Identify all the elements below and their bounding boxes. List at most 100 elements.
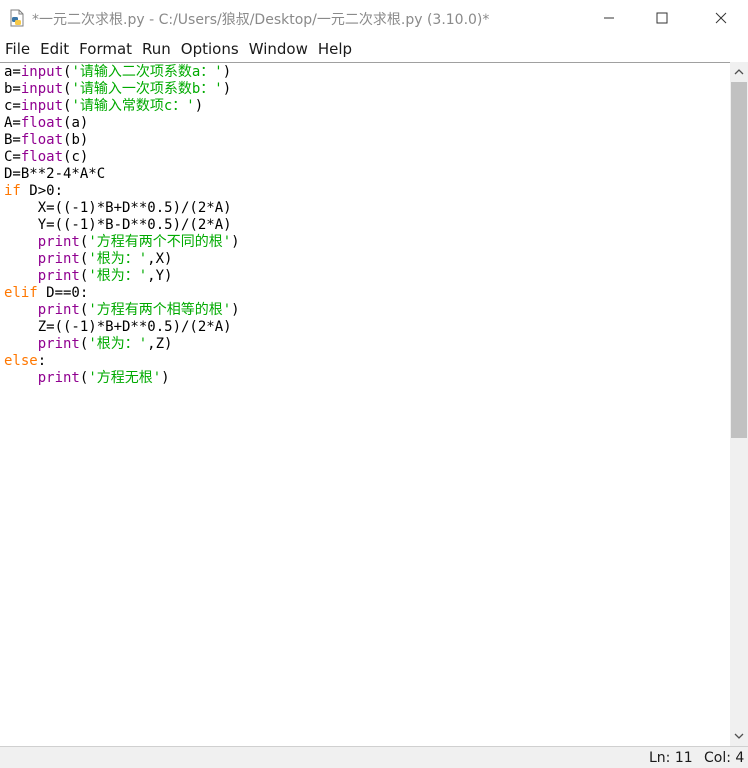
column-number-status: Col: 4 bbox=[704, 750, 745, 766]
code-token: (b) bbox=[63, 132, 89, 148]
code-token: float bbox=[20, 132, 64, 148]
code-token: ,Y) bbox=[147, 268, 173, 284]
code-token: print bbox=[37, 251, 80, 267]
code-token: float bbox=[20, 149, 64, 165]
code-token: Z=((-1)*B+D**0.5)/(2*A) bbox=[4, 319, 232, 335]
code-editor[interactable]: a=input('请输入二次项系数a：') b=input('请输入一次项系数b… bbox=[0, 63, 730, 746]
code-token: '根为：' bbox=[88, 336, 148, 352]
code-token: D=B**2-4*A*C bbox=[4, 166, 106, 182]
code-token: if bbox=[4, 183, 21, 199]
code-line: elif D==0: bbox=[4, 285, 88, 301]
menu-options[interactable]: Options bbox=[176, 40, 244, 58]
menu-format[interactable]: Format bbox=[74, 40, 137, 58]
code-token: A= bbox=[4, 115, 21, 131]
minimize-button[interactable] bbox=[586, 0, 632, 36]
code-token: c= bbox=[4, 98, 21, 114]
code-line: a=input('请输入二次项系数a：') bbox=[4, 64, 231, 80]
code-token: '请输入一次项系数b：' bbox=[71, 81, 223, 97]
code-token: print bbox=[37, 268, 80, 284]
code-token: a= bbox=[4, 64, 21, 80]
scroll-up-arrow-icon bbox=[734, 69, 744, 75]
code-token: '方程无根' bbox=[88, 370, 162, 386]
code-line: print('根为：',Y) bbox=[4, 268, 173, 284]
close-icon bbox=[715, 12, 727, 24]
code-token: input bbox=[20, 98, 64, 114]
code-line: C=float(c) bbox=[4, 149, 88, 165]
code-line: print('根为：',X) bbox=[4, 251, 173, 267]
code-token: ) bbox=[194, 98, 204, 114]
code-line: else: bbox=[4, 353, 46, 369]
code-line: b=input('请输入一次项系数b：') bbox=[4, 81, 231, 97]
status-bar: Ln: 11 Col: 4 bbox=[0, 746, 748, 768]
code-token: else bbox=[4, 353, 38, 369]
code-token: '方程有两个相等的根' bbox=[88, 302, 232, 318]
line-number-status: Ln: 11 bbox=[649, 750, 693, 766]
menu-bar: File Edit Format Run Options Window Help bbox=[0, 36, 748, 62]
scrollbar-thumb[interactable] bbox=[731, 82, 747, 438]
maximize-icon bbox=[656, 12, 668, 24]
code-token: ) bbox=[231, 302, 240, 318]
code-token: '请输入二次项系数a：' bbox=[71, 64, 223, 80]
maximize-button[interactable] bbox=[639, 0, 685, 36]
code-token: elif bbox=[4, 285, 38, 301]
code-line: print('方程有两个相等的根') bbox=[4, 302, 240, 318]
code-token: (a) bbox=[63, 115, 89, 131]
code-token: print bbox=[37, 302, 80, 318]
code-token: Y=((-1)*B-D**0.5)/(2*A) bbox=[4, 217, 232, 233]
menu-run[interactable]: Run bbox=[137, 40, 176, 58]
close-button[interactable] bbox=[698, 0, 744, 36]
code-token: float bbox=[20, 115, 64, 131]
menu-file[interactable]: File bbox=[0, 40, 35, 58]
scroll-up-button[interactable] bbox=[730, 62, 748, 82]
code-token: input bbox=[20, 81, 64, 97]
code-token: '请输入常数项c：' bbox=[71, 98, 195, 114]
scroll-down-arrow-icon bbox=[734, 733, 744, 739]
code-token: ) bbox=[161, 370, 170, 386]
code-token: '根为：' bbox=[88, 268, 148, 284]
code-token: B= bbox=[4, 132, 21, 148]
code-token: (c) bbox=[63, 149, 89, 165]
code-token: ) bbox=[222, 64, 232, 80]
code-text[interactable]: a=input('请输入二次项系数a：') b=input('请输入一次项系数b… bbox=[4, 64, 240, 387]
code-line: if D>0: bbox=[4, 183, 63, 199]
code-token: print bbox=[37, 370, 80, 386]
code-token: D>0: bbox=[20, 183, 64, 199]
code-token: print bbox=[37, 234, 80, 250]
python-file-icon bbox=[8, 9, 26, 27]
code-line: print('根为：',Z) bbox=[4, 336, 173, 352]
code-line: c=input('请输入常数项c：') bbox=[4, 98, 203, 114]
menu-help[interactable]: Help bbox=[313, 40, 357, 58]
code-token: input bbox=[20, 64, 64, 80]
code-line: X=((-1)*B+D**0.5)/(2*A) bbox=[4, 200, 232, 216]
window-title: *一元二次求根.py - C:/Users/狼叔/Desktop/一元二次求根.… bbox=[32, 12, 490, 28]
code-token: C= bbox=[4, 149, 21, 165]
code-line: Y=((-1)*B-D**0.5)/(2*A) bbox=[4, 217, 232, 233]
code-token: : bbox=[37, 353, 47, 369]
code-token: '根为：' bbox=[88, 251, 148, 267]
minimize-icon bbox=[604, 17, 614, 19]
code-token: ) bbox=[231, 234, 240, 250]
code-line: print('方程无根') bbox=[4, 370, 170, 386]
code-token: b= bbox=[4, 81, 21, 97]
code-token: ,X) bbox=[147, 251, 173, 267]
code-line: A=float(a) bbox=[4, 115, 88, 131]
code-line: print('方程有两个不同的根') bbox=[4, 234, 240, 250]
code-line: B=float(b) bbox=[4, 132, 88, 148]
code-token: ,Z) bbox=[147, 336, 173, 352]
code-line: D=B**2-4*A*C bbox=[4, 166, 105, 182]
scroll-down-button[interactable] bbox=[730, 726, 748, 746]
code-token: D==0: bbox=[37, 285, 89, 301]
code-token: ) bbox=[222, 81, 232, 97]
code-token: print bbox=[37, 336, 80, 352]
vertical-scrollbar[interactable] bbox=[730, 62, 748, 746]
menu-edit[interactable]: Edit bbox=[35, 40, 74, 58]
title-bar[interactable]: *一元二次求根.py - C:/Users/狼叔/Desktop/一元二次求根.… bbox=[0, 0, 748, 36]
menu-window[interactable]: Window bbox=[244, 40, 313, 58]
code-token: '方程有两个不同的根' bbox=[88, 234, 232, 250]
